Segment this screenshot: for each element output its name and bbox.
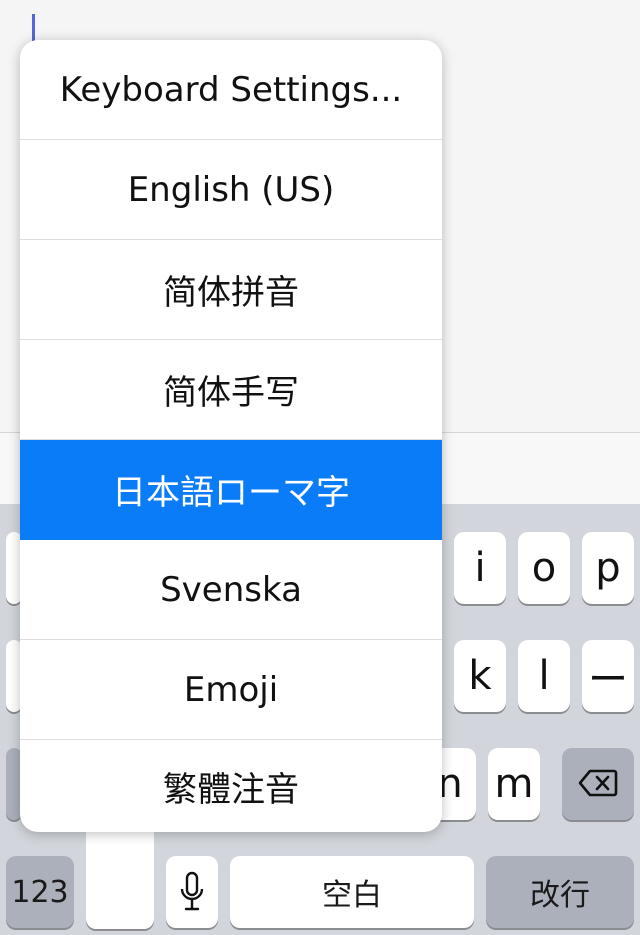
menu-item-label: 日本語ローマ字: [112, 473, 350, 513]
delete-button[interactable]: [562, 748, 634, 820]
mic-icon: [179, 871, 205, 913]
key-k-label: k: [468, 653, 492, 699]
key-i-label: i: [474, 545, 486, 591]
menu-item-emoji[interactable]: Emoji: [20, 640, 442, 740]
return-key-label: 改行: [530, 878, 590, 913]
numbers-key-label: 123: [11, 874, 69, 910]
menu-item-label: Keyboard Settings...: [59, 69, 403, 110]
key-m-label: m: [494, 761, 534, 807]
mic-key[interactable]: [166, 856, 218, 928]
key-i[interactable]: i: [454, 532, 506, 604]
key-l[interactable]: l: [518, 640, 570, 712]
menu-item-label: 繁體注音: [163, 769, 299, 810]
key-o-label: o: [531, 545, 557, 591]
menu-item-label: Emoji: [183, 669, 279, 710]
key-long-vowel[interactable]: ー: [582, 640, 634, 712]
menu-item-svenska[interactable]: Svenska: [20, 540, 442, 640]
key-m[interactable]: m: [488, 748, 540, 820]
input-method-menu: Keyboard Settings... English (US) 简体拼音 简…: [20, 40, 442, 832]
return-key[interactable]: 改行: [486, 856, 634, 928]
menu-item-english-us[interactable]: English (US): [20, 140, 442, 240]
menu-item-label: 简体手写: [163, 373, 299, 413]
key-k[interactable]: k: [454, 640, 506, 712]
delete-backspace-icon: [578, 761, 618, 807]
menu-item-label: Svenska: [160, 569, 302, 610]
menu-item-keyboard-settings[interactable]: Keyboard Settings...: [20, 40, 442, 140]
key-o[interactable]: o: [518, 532, 570, 604]
menu-item-simplified-pinyin[interactable]: 简体拼音: [20, 240, 442, 340]
menu-item-label: English (US): [127, 169, 335, 210]
menu-item-label: 简体拼音: [163, 273, 299, 313]
space-key-label: 空白: [322, 878, 382, 913]
key-p[interactable]: p: [582, 532, 634, 604]
menu-item-japanese-romaji[interactable]: 日本語ローマ字: [20, 440, 442, 540]
key-p-label: p: [595, 545, 621, 591]
key-long-vowel-label: ー: [588, 657, 628, 703]
globe-key[interactable]: [86, 820, 154, 929]
menu-item-simplified-handwriting[interactable]: 简体手写: [20, 340, 442, 440]
space-key[interactable]: 空白: [230, 856, 474, 928]
numbers-key[interactable]: 123: [6, 856, 74, 928]
key-l-label: l: [538, 653, 550, 699]
menu-item-traditional-zhuyin[interactable]: 繁體注音: [20, 740, 442, 832]
